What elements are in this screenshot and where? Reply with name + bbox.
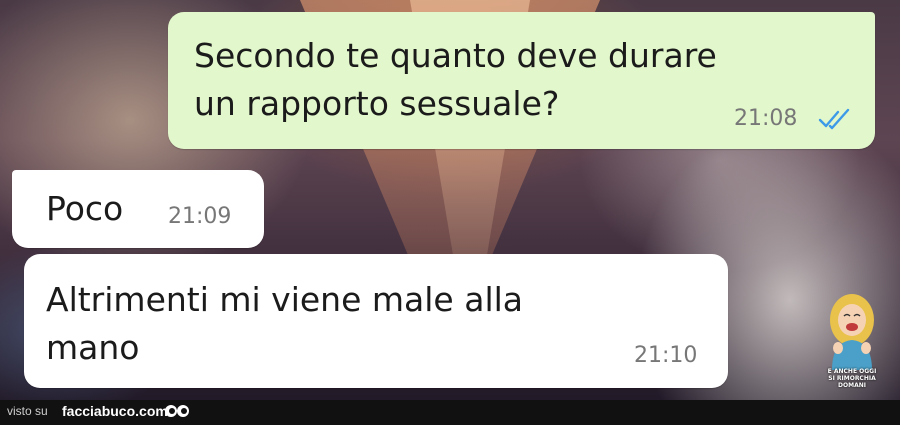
footer-bar: visto su facciabuco.com — [0, 400, 900, 425]
incoming-message-bubble[interactable]: Poco 21:09 — [12, 170, 264, 248]
double-check-read-icon — [818, 108, 850, 130]
message-text: Poco — [46, 189, 124, 228]
visto-su-label: visto su — [7, 404, 48, 418]
incoming-message-bubble[interactable]: Altrimenti mi viene male alla mano 21:10 — [24, 254, 728, 388]
site-link[interactable]: facciabuco.com — [62, 403, 168, 419]
message-text: Altrimenti mi viene male alla mano — [46, 280, 524, 367]
message-time: 21:10 — [634, 343, 698, 368]
message-time: 21:08 — [734, 106, 798, 131]
outgoing-message-bubble[interactable]: Secondo te quanto deve durare un rapport… — [168, 12, 875, 149]
message-text: Secondo te quanto deve durare un rapport… — [194, 36, 717, 123]
stamp-caption: E ANCHE OGGI SI RIMORCHIA DOMANI — [827, 368, 877, 389]
cartoon-woman-icon — [830, 294, 874, 370]
eyes-icon — [165, 405, 189, 417]
meme-stamp: E ANCHE OGGI SI RIMORCHIA DOMANI — [818, 290, 886, 392]
message-time: 21:09 — [168, 204, 232, 229]
